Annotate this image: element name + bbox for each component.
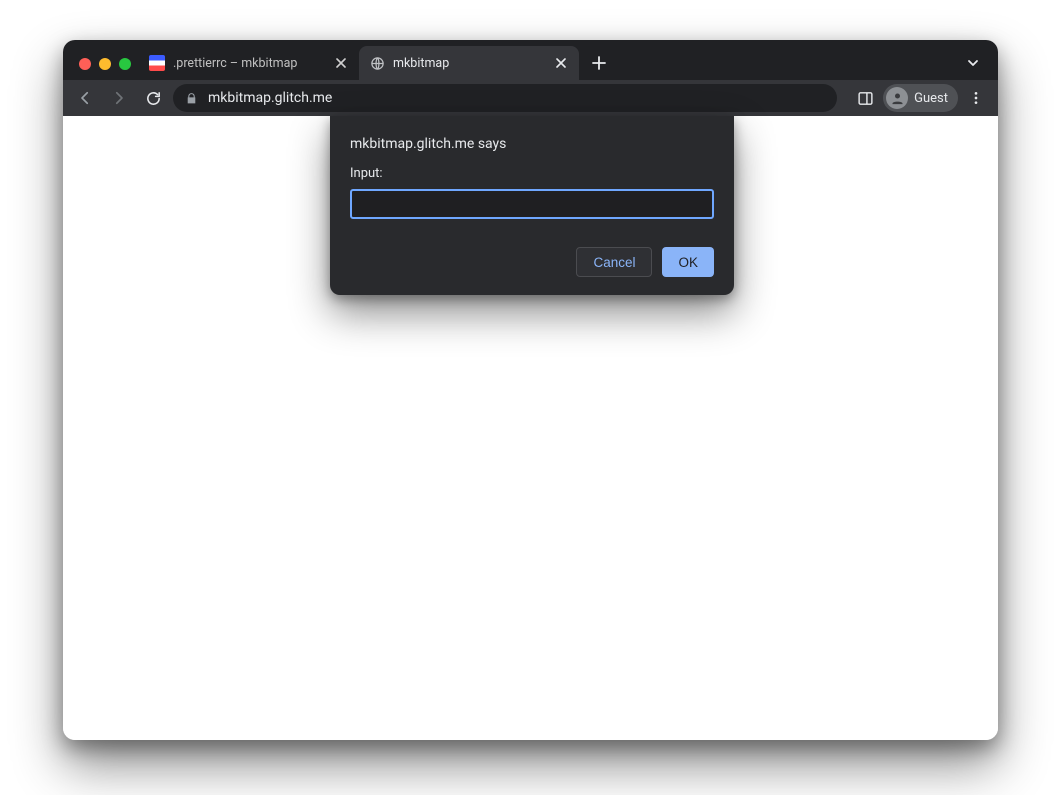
tab-title: mkbitmap [393, 56, 545, 71]
window-minimize-button[interactable] [99, 58, 111, 70]
tab-title: .prettierrc – mkbitmap [173, 56, 325, 71]
profile-label: Guest [914, 91, 948, 106]
address-bar[interactable]: mkbitmap.glitch.me [173, 84, 837, 112]
glitch-favicon-icon [149, 55, 165, 71]
lock-icon [185, 92, 198, 105]
window-controls [73, 58, 139, 80]
browser-chrome: .prettierrc – mkbitmap mkbitmap [63, 40, 998, 116]
kebab-menu-button[interactable] [962, 84, 990, 112]
profile-button[interactable]: Guest [883, 84, 958, 112]
dialog-input[interactable] [350, 189, 714, 219]
forward-button[interactable] [105, 84, 133, 112]
toolbar-right: Guest [851, 84, 990, 112]
dialog-origin-text: mkbitmap.glitch.me says [350, 136, 714, 152]
tab-mkbitmap[interactable]: mkbitmap [359, 46, 579, 80]
new-tab-button[interactable] [585, 49, 613, 77]
dialog-prompt-label: Input: [350, 166, 714, 181]
browser-window: .prettierrc – mkbitmap mkbitmap [63, 40, 998, 740]
tab-strip: .prettierrc – mkbitmap mkbitmap [63, 40, 998, 80]
tabs-overflow-button[interactable] [966, 56, 980, 70]
js-prompt-dialog: mkbitmap.glitch.me says Input: Cancel OK [330, 116, 734, 295]
tab-close-button[interactable] [333, 55, 349, 71]
window-close-button[interactable] [79, 58, 91, 70]
globe-favicon-icon [369, 55, 385, 71]
tab-prettierrc[interactable]: .prettierrc – mkbitmap [139, 46, 359, 80]
side-panel-button[interactable] [851, 84, 879, 112]
dialog-button-row: Cancel OK [350, 247, 714, 277]
tab-close-button[interactable] [553, 55, 569, 71]
back-button[interactable] [71, 84, 99, 112]
person-icon [886, 87, 908, 109]
dialog-ok-button[interactable]: OK [662, 247, 714, 277]
dialog-cancel-button[interactable]: Cancel [576, 247, 652, 277]
window-zoom-button[interactable] [119, 58, 131, 70]
reload-button[interactable] [139, 84, 167, 112]
url-text: mkbitmap.glitch.me [208, 90, 332, 106]
toolbar: mkbitmap.glitch.me Guest [63, 80, 998, 116]
